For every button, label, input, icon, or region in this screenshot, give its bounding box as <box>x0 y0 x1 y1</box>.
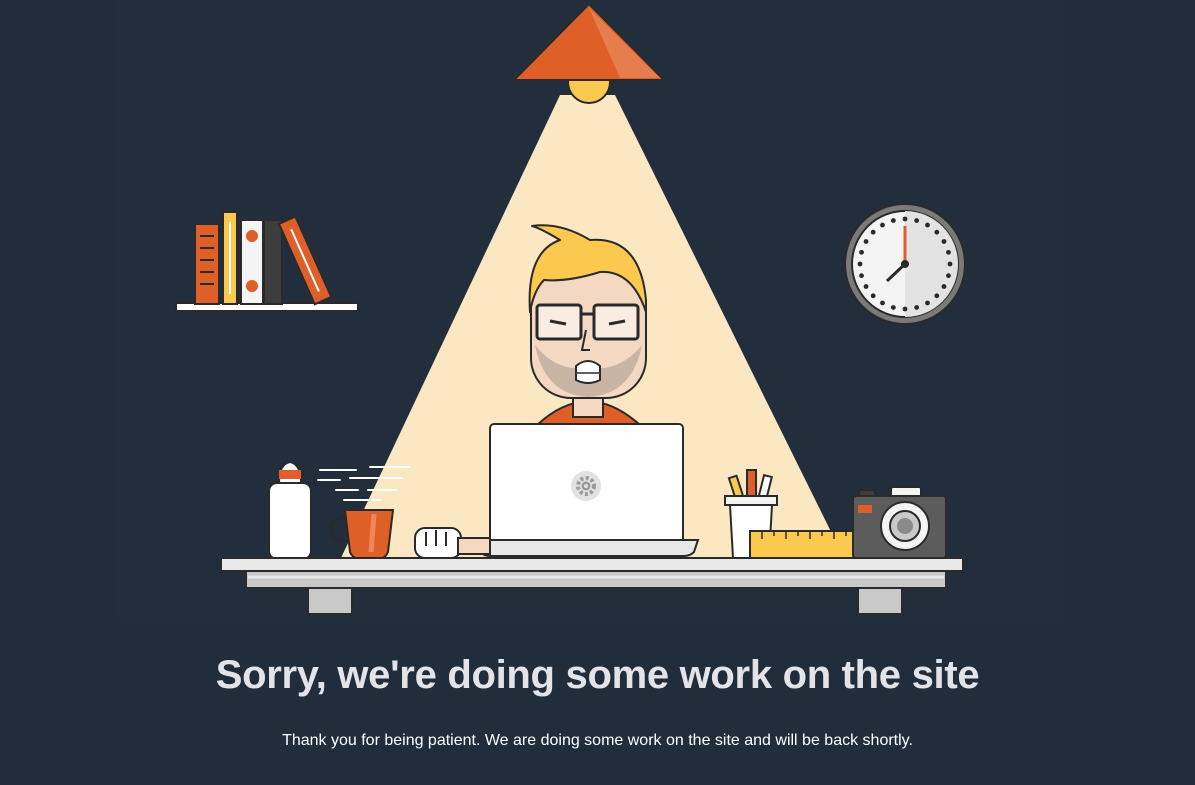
clock-tick <box>857 261 863 267</box>
maintenance-page: Sorry, we're doing some work on the site… <box>0 0 1195 785</box>
camera-icon <box>852 486 947 559</box>
clock-tick <box>880 222 885 228</box>
clock-tick <box>902 306 908 312</box>
gear-icon <box>571 471 601 501</box>
clock-tick <box>941 239 947 244</box>
clock-tick <box>947 261 953 267</box>
clock-tick <box>914 218 920 223</box>
maintenance-headline: Sorry, we're doing some work on the site <box>215 653 980 697</box>
clock-tick <box>946 249 951 255</box>
clock-tick <box>870 229 876 235</box>
clock-tick <box>890 305 896 310</box>
clock-tick <box>863 239 869 244</box>
clock-tick <box>925 222 930 228</box>
clock-tick <box>859 249 864 255</box>
clock-tick <box>941 284 947 289</box>
clock-tick <box>946 273 951 279</box>
maintenance-message: Thank you for being patient. We are doin… <box>282 732 913 749</box>
wall-clock-icon <box>844 203 966 325</box>
maintenance-illustration <box>115 0 1065 622</box>
clock-tick <box>934 229 940 235</box>
clock-tick <box>934 293 940 299</box>
clock-tick <box>925 300 930 306</box>
clock-tick <box>902 216 908 222</box>
clock-tick <box>859 273 864 279</box>
clock-tick <box>863 284 869 289</box>
clock-tick <box>880 300 885 306</box>
clock-tick <box>914 305 920 310</box>
clock-tick <box>890 218 896 223</box>
clock-tick <box>870 293 876 299</box>
